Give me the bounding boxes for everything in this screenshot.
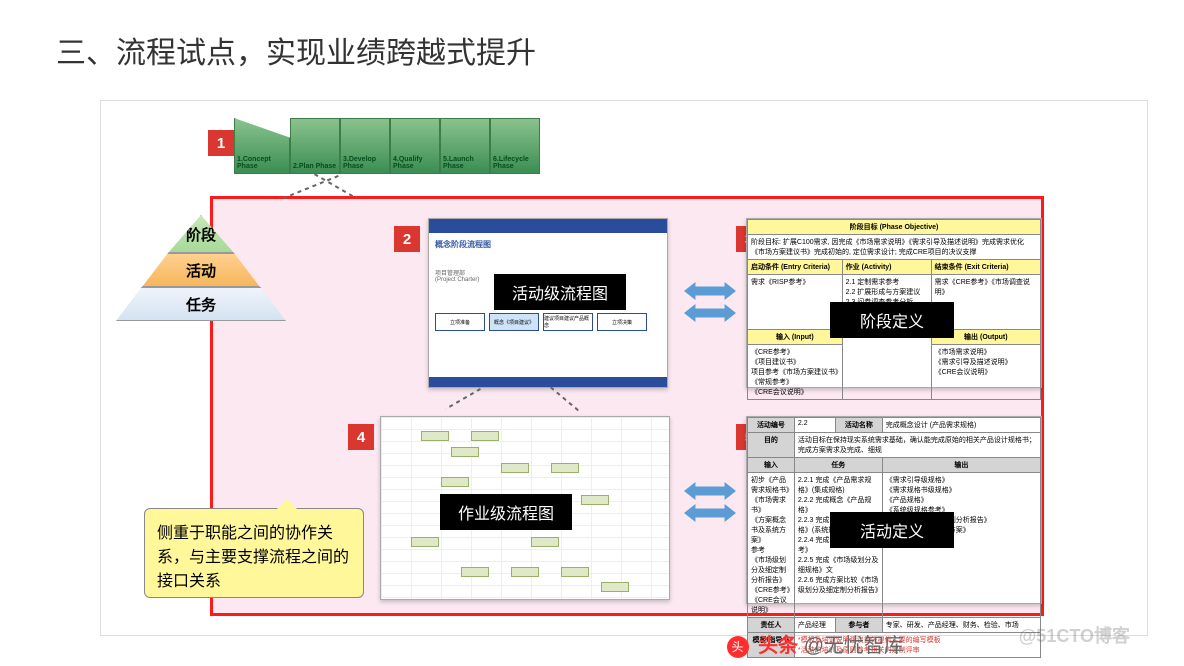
panel2-header bbox=[429, 219, 667, 233]
phase-funnel: 1.Concept Phase 2.Plan Phase 3.Develop P… bbox=[234, 118, 540, 174]
p3-inputs: 《CRE参考》 《项目建议书》 项目参考《市场方案建议书》 《常规参考》 《CR… bbox=[748, 345, 843, 400]
phase-4: 4.Qualify Phase bbox=[390, 118, 440, 174]
p3-blank bbox=[842, 330, 931, 400]
panel2-subtitle: 概念阶段流程图 bbox=[435, 239, 661, 250]
bidir-arrow-top bbox=[684, 280, 736, 324]
slide: 三、流程试点，实现业绩跨越式提升 1 1.Concept Phase 2.Pla… bbox=[0, 0, 1184, 666]
pyramid-level-activity: 活动 bbox=[142, 253, 260, 287]
p3-entry: 需求《RISP参考》 bbox=[748, 275, 843, 330]
p3-input-hdr: 输入 (Input) bbox=[748, 330, 843, 345]
phase-5: 5.Launch Phase bbox=[440, 118, 490, 174]
flow-box-2: 概念《项目建议》 bbox=[489, 313, 539, 331]
p3-col-activity: 作业 (Activity) bbox=[842, 260, 931, 275]
label-activity-flow: 活动级流程图 bbox=[494, 274, 626, 310]
p3-outputs: 《市场需求说明》 《需求引导及描述说明》 《CRE会议说明》 bbox=[931, 345, 1040, 400]
callout-note: 侧重于职能之间的协作关系，与主要支撑流程之间的接口关系 bbox=[144, 508, 364, 598]
slide-title: 三、流程试点，实现业绩跨越式提升 bbox=[56, 28, 536, 72]
pyramid-level-phase: 阶段 bbox=[168, 215, 234, 253]
watermark-secondary: @51CTO博客 bbox=[1019, 622, 1130, 648]
label-activity-def: 活动定义 bbox=[830, 512, 954, 548]
logo-icon: 头 bbox=[727, 636, 749, 658]
watermark-brand: 头 头条 @无忧智库 bbox=[727, 629, 904, 658]
flow-box-1: 立项准备 bbox=[435, 313, 485, 331]
badge-4: 4 bbox=[348, 424, 374, 450]
bidir-arrow-bottom bbox=[684, 480, 736, 524]
p3-col-exit: 结束条件 (Exit Criteria) bbox=[931, 260, 1040, 275]
p3-objective: 阶段目标: 扩展C100需求, 因完成《市场需求说明》《需求引导及描述说明》完成… bbox=[748, 235, 1041, 260]
flow-box-4: 立项决策 bbox=[597, 313, 647, 331]
flow-box-3: 建议项目建议产品概念 bbox=[543, 313, 593, 331]
p5-inputs: 初步《产品需求规格书》 《市场需求书》 《方案概念书及系统方案》 参考 《市场级… bbox=[748, 473, 795, 618]
label-task-flow: 作业级流程图 bbox=[440, 494, 572, 530]
p3-col-entry: 启动条件 (Entry Criteria) bbox=[748, 260, 843, 275]
phase-1: 1.Concept Phase bbox=[234, 118, 290, 174]
panel2-footer bbox=[429, 377, 667, 387]
badge-2: 2 bbox=[394, 226, 420, 252]
hierarchy-pyramid: 阶段 活动 任务 bbox=[116, 215, 286, 321]
activity-definition-panel: 活动编号 2.2 活动名称 完成概念设计 (产品需求规格) 目的 活动目标在保持… bbox=[746, 416, 1042, 604]
pyramid-level-task: 任务 bbox=[116, 287, 286, 321]
badge-1: 1 bbox=[208, 130, 234, 156]
label-phase-def: 阶段定义 bbox=[830, 302, 954, 338]
panel2-flow-boxes: 立项准备 概念《项目建议》 建议项目建议产品概念 立项决策 bbox=[435, 313, 661, 331]
phase-2: 2.Plan Phase bbox=[290, 118, 340, 174]
phase-6: 6.Lifecycle Phase bbox=[490, 118, 540, 174]
p3-main-header: 阶段目标 (Phase Objective) bbox=[748, 220, 1041, 235]
phase-3: 3.Develop Phase bbox=[340, 118, 390, 174]
